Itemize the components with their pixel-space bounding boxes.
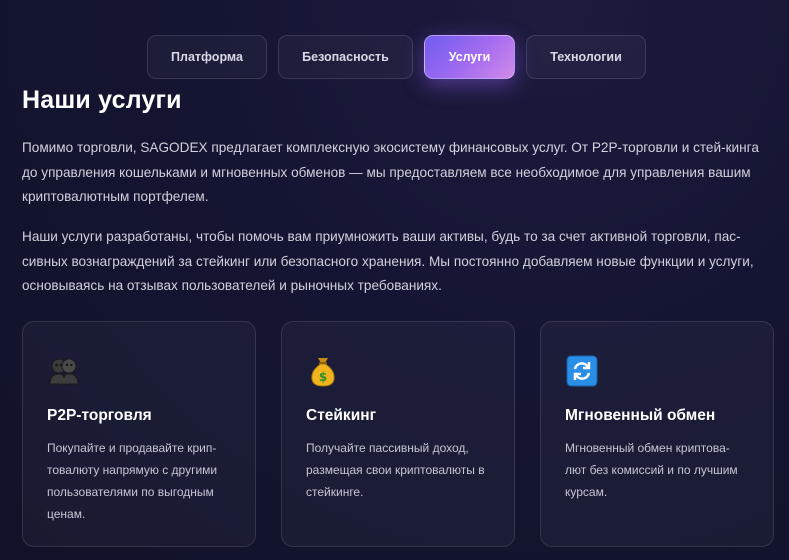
tab-platform[interactable]: Платформа: [147, 35, 267, 79]
people-icon: [49, 358, 79, 385]
card-title: Стейкинг: [306, 407, 377, 424]
money-bag-icon: $: [311, 358, 335, 387]
card-p2p[interactable]: P2P-торговля Покупайте и продавайте крип…: [22, 321, 256, 547]
card-description: Мгновенный обмен криптова-лют без комисс…: [565, 441, 738, 499]
card-title: P2P-торговля: [47, 407, 152, 424]
card-instant-exchange[interactable]: Мгновенный обмен Мгновенный обмен крипто…: [540, 321, 774, 547]
card-description: Покупайте и продавайте крип-товалюту нап…: [47, 441, 218, 521]
card-staking[interactable]: $ Стейкинг Получайте пассивный доход, ра…: [281, 321, 515, 547]
card-description: Получайте пассивный доход, размещая свои…: [306, 441, 485, 499]
tab-services[interactable]: Услуги: [424, 35, 515, 79]
section-tabs: Платформа Безопасность Услуги Технологии: [147, 35, 646, 79]
page-title: Наши услуги: [22, 86, 182, 114]
tab-technologies[interactable]: Технологии: [526, 35, 646, 79]
services-paragraph: Наши услуги разработаны, чтобы помочь ва…: [22, 229, 754, 293]
intro-paragraph: Помимо торговли, SAGODEX предлагает комп…: [22, 140, 759, 204]
card-title: Мгновенный обмен: [565, 407, 716, 424]
exchange-icon: [566, 355, 598, 387]
svg-text:$: $: [319, 370, 327, 384]
tab-security[interactable]: Безопасность: [278, 35, 413, 79]
service-cards: P2P-торговля Покупайте и продавайте крип…: [22, 321, 774, 547]
